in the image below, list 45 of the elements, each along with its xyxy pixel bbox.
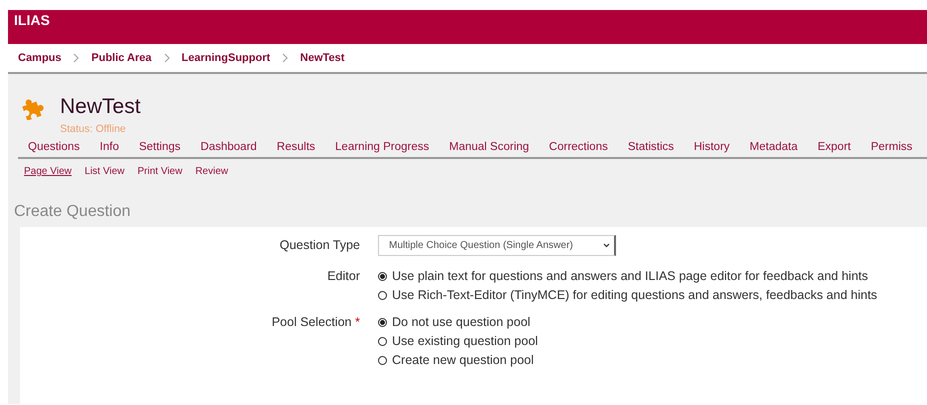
radio-button[interactable] [378,272,387,280]
subtab[interactable]: List View [84,166,124,177]
radio-button[interactable] [378,318,387,326]
chevron-icon [73,53,80,63]
option-label: Use Rich-Text-Editor (TinyMCE) for editing questions and answers, feedbacks and hints [392,288,878,302]
tab[interactable]: Learning Progress [325,137,440,157]
tab[interactable]: Results [266,137,326,157]
status-text: Status: Offline [60,123,127,135]
field-label: Editor [327,269,360,283]
subtab[interactable]: Print View [137,166,182,177]
chevron-icon [282,53,288,63]
object-title: NewTest [60,95,141,119]
tab[interactable]: Manual Scoring [439,137,540,157]
tab[interactable]: Info [90,137,129,157]
question-type-select[interactable]: Multiple Choice Question (Single Answer) [378,235,616,256]
radio-button[interactable] [378,336,387,346]
form-title: Create Question [14,203,131,220]
radio-button[interactable] [378,356,387,364]
field-label: Question Type [280,238,360,252]
chevron-icon [164,53,170,63]
tab[interactable]: Settings [128,137,191,157]
logo[interactable]: ILIAS [14,12,50,28]
breadcrumb-link[interactable]: LearningSupport [182,52,270,64]
select-value: Multiple Choice Question (Single Answer) [389,240,573,251]
option-label: Create new question pool [392,353,534,367]
tab[interactable]: Questions [18,137,90,157]
option-label: Use plain text for questions and answers and ILIAS page editor for feedback and hints [392,269,868,283]
tab[interactable]: Metadata [740,137,808,157]
tab[interactable]: Permiss [860,137,922,157]
breadcrumb-link[interactable]: NewTest [300,52,345,64]
tab[interactable]: Statistics [618,137,684,157]
tab[interactable]: Dashboard [190,137,267,157]
field-label: Pool Selection [272,315,352,329]
tab[interactable]: Export [808,137,861,157]
tab[interactable]: Corrections [539,137,618,157]
subtab[interactable]: Page View [24,166,72,177]
breadcrumb-link[interactable]: Campus [18,52,62,64]
caret-icon [603,243,610,248]
subtab[interactable]: Review [195,166,228,177]
option-label: Do not use question pool [392,315,530,329]
radio-button[interactable] [378,290,387,300]
required-mark: * [355,315,360,329]
tab[interactable]: History [684,137,740,157]
option-label: Use existing question pool [392,334,538,348]
breadcrumb-link[interactable]: Public Area [91,52,152,64]
